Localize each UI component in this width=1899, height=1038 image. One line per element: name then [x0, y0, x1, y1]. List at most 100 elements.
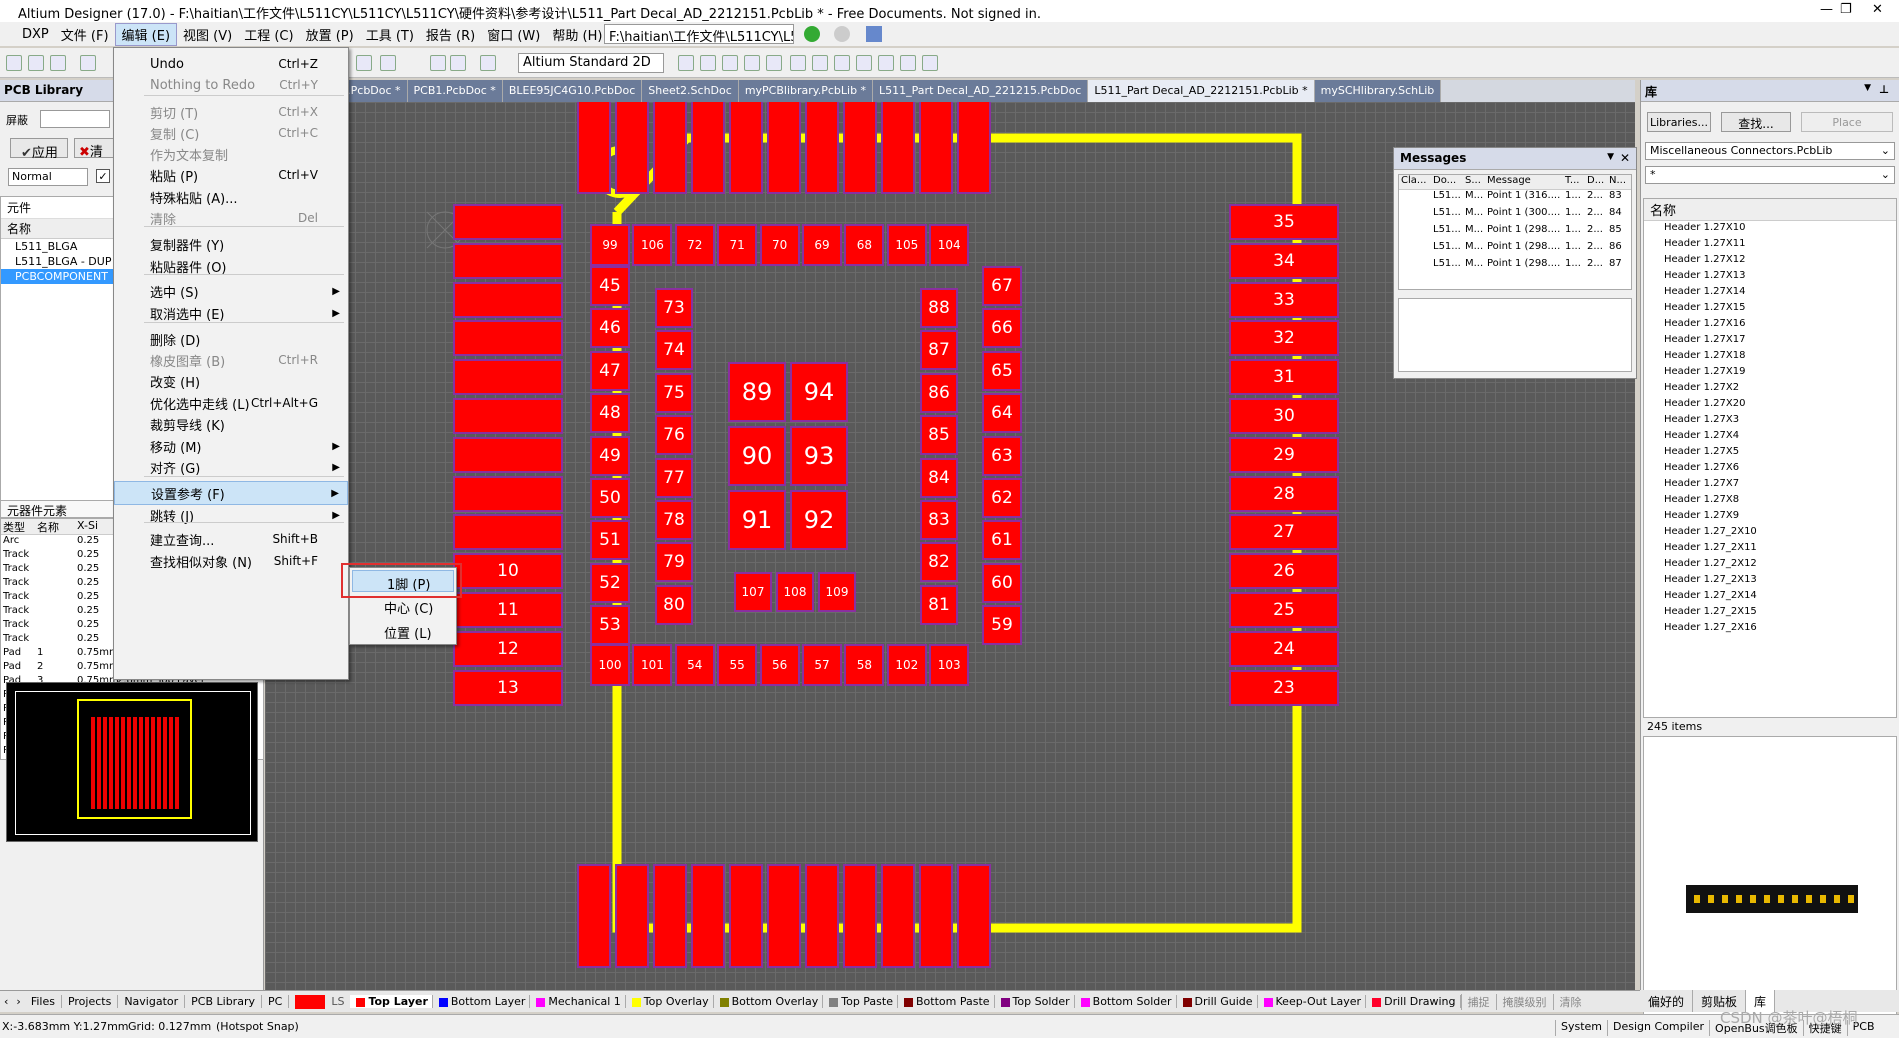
menu-8[interactable]: 窗口 (W): [481, 25, 546, 44]
footprint-item[interactable]: Header 1.27X3: [1644, 413, 1896, 429]
pad[interactable]: 105: [886, 224, 927, 266]
pad[interactable]: 47: [590, 350, 630, 391]
close-button[interactable]: ✕: [1872, 2, 1883, 17]
pad[interactable]: 12: [453, 630, 563, 667]
pad[interactable]: 76: [655, 415, 693, 456]
footprint-item[interactable]: Header 1.27X9: [1644, 509, 1896, 525]
pad[interactable]: 49: [590, 435, 630, 476]
pad[interactable]: 89: [728, 362, 786, 422]
pad[interactable]: [691, 864, 725, 968]
menu-item[interactable]: 查找相似对象 (N) Shift+F: [114, 549, 348, 573]
doc-tab[interactable]: Sheet2.SchDoc: [642, 80, 739, 102]
pad[interactable]: 53: [590, 605, 630, 646]
menu-7[interactable]: 报告 (R): [420, 25, 481, 44]
pad[interactable]: 71: [717, 224, 758, 266]
footprint-item[interactable]: Header 1.27X5: [1644, 445, 1896, 461]
pad[interactable]: 10: [453, 553, 563, 590]
panel-tab[interactable]: PC: [262, 995, 290, 1008]
pad[interactable]: 104: [929, 224, 970, 266]
pad[interactable]: [453, 359, 563, 396]
menu-5[interactable]: 放置 (P): [300, 25, 360, 44]
submenu-item[interactable]: 中心 (C): [350, 595, 456, 617]
messages-header[interactable]: Do...: [1431, 175, 1463, 189]
pad[interactable]: 80: [655, 584, 693, 625]
pad[interactable]: 56: [759, 644, 800, 686]
messages-row[interactable]: L51... M... Point 1 (298.... 1... 2... 87: [1399, 258, 1631, 275]
pad[interactable]: [881, 102, 915, 194]
footprint-item[interactable]: Header 1.27X10: [1644, 221, 1896, 237]
layer-tab[interactable]: Bottom Layer: [433, 995, 531, 1008]
pad[interactable]: [453, 514, 563, 551]
menu-2[interactable]: 编辑 (E): [114, 22, 178, 46]
menu-item[interactable]: 复制器件 (Y): [114, 232, 348, 256]
name-column-header[interactable]: 名称: [1, 219, 113, 239]
pad[interactable]: [453, 320, 563, 357]
messages-row[interactable]: L51... M... Point 1 (298.... 1... 2... 85: [1399, 224, 1631, 241]
place-button[interactable]: Place: [1801, 112, 1893, 132]
pad[interactable]: 85: [920, 415, 958, 456]
back-icon[interactable]: [804, 26, 820, 42]
pad[interactable]: [957, 864, 991, 968]
menu-9[interactable]: 帮助 (H): [546, 25, 608, 44]
layer-tab[interactable]: Top Overlay: [626, 995, 714, 1008]
pad[interactable]: [919, 864, 953, 968]
move-icon[interactable]: [380, 55, 396, 71]
pad[interactable]: 48: [590, 393, 630, 434]
pad[interactable]: [453, 475, 563, 512]
footprint-item[interactable]: Header 1.27X14: [1644, 285, 1896, 301]
status-tab[interactable]: System: [1555, 1020, 1607, 1036]
footprint-item[interactable]: Header 1.27X12: [1644, 253, 1896, 269]
footprint-item[interactable]: Header 1.27X11: [1644, 237, 1896, 253]
save-icon[interactable]: [50, 55, 66, 71]
new-icon[interactable]: [6, 55, 22, 71]
menu-item[interactable]: 跳转 (J) ▶: [114, 503, 348, 527]
pad[interactable]: 93: [790, 426, 848, 486]
prim-header[interactable]: X-Si: [75, 519, 115, 534]
pad[interactable]: 83: [920, 500, 958, 540]
pad[interactable]: 77: [655, 457, 693, 498]
name-header[interactable]: 名称: [1644, 199, 1896, 221]
mask-input[interactable]: [40, 110, 110, 128]
footprint-item[interactable]: Header 1.27X17: [1644, 333, 1896, 349]
clear-button[interactable]: ✖清: [74, 138, 114, 160]
footprint-item[interactable]: Header 1.27X6: [1644, 461, 1896, 477]
mini-preview[interactable]: [6, 682, 258, 842]
pad[interactable]: 34: [1229, 242, 1339, 279]
pad[interactable]: 107: [734, 572, 772, 612]
arc-any-icon[interactable]: [856, 55, 872, 71]
layer-tab[interactable]: Bottom Solder: [1075, 995, 1177, 1008]
pad[interactable]: [729, 864, 763, 968]
panel-tab[interactable]: Navigator: [118, 995, 186, 1008]
layer-tab[interactable]: Bottom Paste: [898, 995, 995, 1008]
pad[interactable]: [653, 102, 687, 194]
footprint-item[interactable]: Header 1.27X19: [1644, 365, 1896, 381]
pad[interactable]: 101: [632, 644, 673, 686]
pad[interactable]: 106: [632, 224, 673, 266]
footprint-item[interactable]: Header 1.27_2X15: [1644, 605, 1896, 621]
pad[interactable]: 70: [759, 224, 800, 266]
pad[interactable]: 103: [929, 644, 970, 686]
messages-row[interactable]: L51... M... Point 1 (298.... 1... 2... 86: [1399, 241, 1631, 258]
pad[interactable]: 108: [776, 572, 814, 612]
home-icon[interactable]: [866, 26, 882, 42]
ls-label[interactable]: LS: [331, 995, 344, 1008]
pad[interactable]: [691, 102, 725, 194]
pad[interactable]: 28: [1229, 475, 1339, 512]
magnify-checkbox[interactable]: ✓: [96, 169, 110, 183]
pad[interactable]: 59: [982, 605, 1022, 646]
footprint-item[interactable]: Header 1.27_2X11: [1644, 541, 1896, 557]
messages-header[interactable]: D...: [1585, 175, 1607, 189]
pad-icon[interactable]: [700, 55, 716, 71]
view-config-combo[interactable]: Altium Standard 2D: [518, 53, 664, 73]
arc-icon[interactable]: [790, 55, 806, 71]
text-icon[interactable]: [744, 55, 760, 71]
pad[interactable]: [843, 102, 877, 194]
menu-item[interactable]: 粘贴 (P) Ctrl+V: [114, 163, 348, 187]
menu-3[interactable]: 视图 (V): [177, 25, 238, 44]
undo-icon[interactable]: [430, 55, 446, 71]
doc-tab[interactable]: PCB1.PcbDoc *: [407, 80, 503, 102]
messages-header[interactable]: N...: [1607, 175, 1629, 189]
layer-button[interactable]: 捕捉: [1460, 993, 1496, 1010]
pad[interactable]: 62: [982, 478, 1022, 518]
pad[interactable]: [615, 102, 649, 194]
